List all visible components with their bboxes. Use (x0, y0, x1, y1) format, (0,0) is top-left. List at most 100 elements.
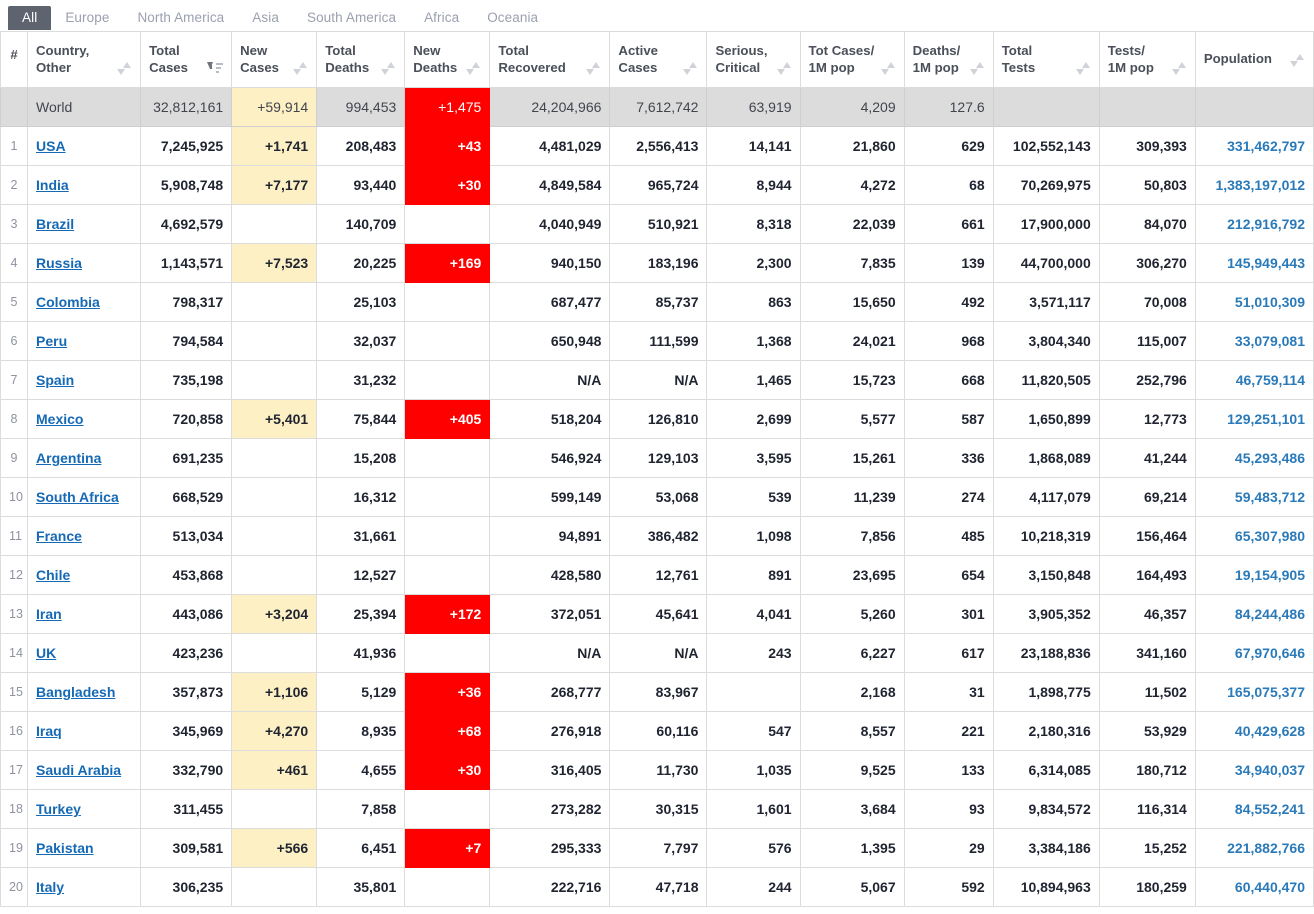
cell-deaths_per_1m: 968 (903, 321, 994, 361)
tab-oceania[interactable]: Oceania (473, 6, 552, 31)
country-link[interactable]: Colombia (36, 294, 100, 310)
cell-serious_critical: 8,318 (706, 204, 801, 244)
country-link[interactable]: Brazil (36, 216, 74, 232)
country-link[interactable]: France (36, 528, 82, 544)
cell-total_recovered: 650,948 (489, 321, 611, 361)
country-link[interactable]: Russia (36, 255, 82, 271)
column-header-new_cases[interactable]: New Cases (231, 31, 318, 88)
country-link[interactable]: Spain (36, 372, 74, 388)
cell-serious_critical: 3,595 (706, 438, 801, 478)
cell-total_tests: 3,804,340 (992, 321, 1100, 361)
table-row: 12 Chile 453,868 12,527 428,580 12,761 891 23,6… (0, 555, 1314, 595)
column-header-total_deaths[interactable]: Total Deaths (316, 31, 406, 88)
cell-total_recovered: 428,580 (489, 555, 611, 595)
sort-descending-icon[interactable] (207, 61, 224, 75)
column-header-cases_per_1m[interactable]: Tot Cases/1M pop (799, 31, 905, 88)
country-link[interactable]: Pakistan (36, 840, 94, 856)
country-link[interactable]: Iraq (36, 723, 62, 739)
sort-toggle-icon[interactable] (683, 61, 698, 75)
sort-toggle-icon[interactable] (117, 61, 132, 75)
cell-population: 34,940,037 (1194, 750, 1314, 790)
cell-deaths_per_1m: 29 (903, 828, 994, 868)
cell-tests_per_1m: 84,070 (1098, 204, 1196, 244)
cell-new_cases: +461 (231, 750, 318, 790)
column-header-country[interactable]: Country, Other (27, 31, 142, 88)
tab-europe[interactable]: Europe (51, 6, 123, 31)
column-header-tests_per_1m[interactable]: Tests/1M pop (1098, 31, 1196, 88)
cell-tests_per_1m: 12,773 (1098, 399, 1196, 439)
cell-population: 65,307,980 (1194, 516, 1314, 556)
cell-rank: 5 (0, 282, 29, 322)
column-header-new_deaths[interactable]: New Deaths (404, 31, 491, 88)
tab-south-america[interactable]: South America (293, 6, 410, 31)
sort-toggle-icon[interactable] (466, 61, 481, 75)
sort-toggle-icon[interactable] (293, 61, 308, 75)
table-row: 5 Colombia 798,317 25,103 687,477 85,737 863 15… (0, 282, 1314, 322)
column-header-rank[interactable]: # (0, 31, 29, 88)
column-header-total_recovered[interactable]: Total Recovered (489, 31, 611, 88)
tab-asia[interactable]: Asia (238, 6, 293, 31)
header-row: # Country, Other Total Cases New Cases Total Dea… (0, 31, 1314, 88)
cell-total_recovered: 546,924 (489, 438, 611, 478)
country-link[interactable]: Peru (36, 333, 67, 349)
country-link[interactable]: Argentina (36, 450, 101, 466)
table-row: 6 Peru 794,584 32,037 650,948 111,599 1,368 24,… (0, 321, 1314, 361)
country-link[interactable]: Italy (36, 879, 64, 895)
cell-total_deaths: 31,661 (316, 516, 406, 556)
country-link[interactable]: Mexico (36, 411, 83, 427)
sort-toggle-icon[interactable] (1171, 61, 1187, 75)
cell-new_deaths (404, 555, 491, 595)
cell-new_cases (231, 204, 318, 244)
cell-active_cases: 53,068 (609, 477, 708, 517)
cell-serious_critical: 63,919 (706, 87, 801, 127)
country-link[interactable]: Bangladesh (36, 684, 115, 700)
country-link[interactable]: Iran (36, 606, 62, 622)
cell-deaths_per_1m: 492 (903, 282, 994, 322)
cell-country: Iraq (27, 711, 142, 751)
cell-cases_per_1m: 3,684 (799, 789, 905, 829)
cell-country: Chile (27, 555, 142, 595)
tab-all[interactable]: All (8, 5, 52, 30)
cell-deaths_per_1m: 661 (903, 204, 994, 244)
cell-deaths_per_1m: 139 (903, 243, 994, 283)
cell-active_cases: 7,612,742 (609, 87, 708, 127)
cell-total_deaths: 32,037 (316, 321, 406, 361)
tab-north-america[interactable]: North America (123, 6, 238, 31)
column-header-population[interactable]: Population (1194, 31, 1314, 88)
table-row: 7 Spain 735,198 31,232 N/A N/A 1,465 15,723 668 1… (0, 360, 1314, 400)
column-header-total_cases[interactable]: Total Cases (140, 31, 233, 88)
cell-serious_critical (706, 672, 801, 712)
cell-country: Russia (27, 243, 142, 283)
cell-new_deaths: +36 (404, 672, 491, 712)
country-link[interactable]: UK (36, 645, 56, 661)
column-header-line2: Cases (240, 59, 280, 75)
cell-total_recovered: 24,204,966 (489, 87, 611, 127)
cell-new_cases: +1,741 (231, 126, 318, 166)
sort-toggle-icon[interactable] (969, 61, 985, 75)
sort-toggle-icon[interactable] (776, 61, 792, 75)
country-link[interactable]: South Africa (36, 489, 119, 505)
country-link[interactable]: India (36, 177, 69, 193)
column-header-total_tests[interactable]: Total Tests (992, 31, 1100, 88)
sort-toggle-icon[interactable] (381, 61, 396, 75)
sort-toggle-icon[interactable] (880, 61, 896, 75)
country-link[interactable]: USA (36, 138, 66, 154)
sort-toggle-icon[interactable] (1290, 53, 1305, 67)
cell-total_deaths: 16,312 (316, 477, 406, 517)
sort-toggle-icon[interactable] (1075, 61, 1091, 75)
cell-active_cases: 11,730 (609, 750, 708, 790)
cell-rank: 19 (0, 828, 29, 868)
country-link[interactable]: Saudi Arabia (36, 762, 121, 778)
sort-toggle-icon[interactable] (586, 61, 601, 75)
column-header-active_cases[interactable]: Active Cases (609, 31, 708, 88)
column-header-deaths_per_1m[interactable]: Deaths/1M pop (903, 31, 994, 88)
tab-africa[interactable]: Africa (410, 6, 473, 31)
cell-serious_critical: 4,041 (706, 594, 801, 634)
country-link[interactable]: Chile (36, 567, 70, 583)
country-link[interactable]: Turkey (36, 801, 81, 817)
table-row: 3 Brazil 4,692,579 140,709 4,040,949 510,921 8… (0, 204, 1314, 244)
cell-new_deaths (404, 477, 491, 517)
column-header-serious_critical[interactable]: Serious, Critical (706, 31, 801, 88)
cell-total_recovered: 518,204 (489, 399, 611, 439)
cell-deaths_per_1m: 629 (903, 126, 994, 166)
